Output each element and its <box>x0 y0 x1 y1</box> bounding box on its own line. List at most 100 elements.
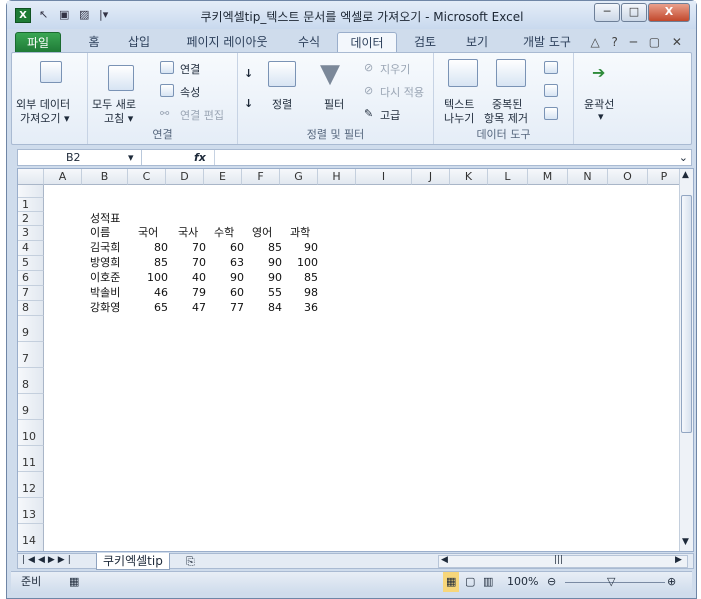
cell-value[interactable]: 63 <box>204 256 244 270</box>
close-button[interactable]: X <box>648 3 690 22</box>
normal-view-icon[interactable]: ▦ <box>443 572 460 592</box>
vertical-scrollbar[interactable]: ▲ ▼ <box>679 169 693 551</box>
column-header[interactable]: C <box>128 169 166 185</box>
row-header[interactable]: 12 <box>18 472 44 498</box>
cell-value[interactable]: 46 <box>128 286 168 300</box>
cell-value[interactable]: 85 <box>242 241 282 255</box>
column-header[interactable]: D <box>166 169 204 185</box>
connections-icon[interactable] <box>160 61 174 74</box>
select-all-corner[interactable] <box>18 169 44 185</box>
column-header[interactable]: K <box>450 169 488 185</box>
cell-header[interactable]: 국어 <box>138 226 158 240</box>
row-header[interactable]: 4 <box>18 241 44 256</box>
column-header[interactable]: O <box>608 169 648 185</box>
tab-formulas[interactable]: 수식 <box>289 32 329 53</box>
connections-label[interactable]: 연결 <box>180 61 200 77</box>
text-to-columns-icon[interactable] <box>448 59 478 87</box>
advanced-label[interactable]: 고급 <box>380 107 400 123</box>
column-header[interactable]: A <box>44 169 82 185</box>
cell-value[interactable]: 90 <box>278 241 318 255</box>
name-box-dropdown-icon[interactable]: ▾ <box>128 151 134 164</box>
column-header[interactable]: N <box>568 169 608 185</box>
tab-page-layout[interactable]: 페이지 레이아웃 <box>175 32 279 53</box>
scroll-right-icon[interactable]: ▶ <box>675 555 682 565</box>
expand-formula-bar-icon[interactable]: ⌄ <box>679 151 688 164</box>
sort-label[interactable]: 정렬 <box>272 96 292 112</box>
column-header[interactable]: P <box>648 169 681 185</box>
cursor-icon[interactable]: ↖ <box>39 8 48 21</box>
row-header[interactable]: 9 <box>18 394 44 420</box>
cell-value[interactable]: 36 <box>278 301 318 315</box>
row-header[interactable]: 1 <box>18 198 44 212</box>
row-header[interactable]: 13 <box>18 498 44 524</box>
cell-header[interactable]: 영어 <box>252 226 272 240</box>
tab-data[interactable]: 데이터 <box>337 32 397 53</box>
column-header[interactable]: B <box>82 169 128 185</box>
page-layout-view-icon[interactable]: ▢ <box>465 572 475 592</box>
cell-value[interactable]: 60 <box>204 286 244 300</box>
filter-icon[interactable]: ▼ <box>320 59 340 89</box>
cell-value[interactable]: 70 <box>166 256 206 270</box>
cell-value[interactable]: 100 <box>278 256 318 270</box>
tab-file[interactable]: 파일 <box>15 32 61 53</box>
row-header[interactable]: 7 <box>18 286 44 301</box>
refresh-all-icon[interactable] <box>108 65 134 91</box>
row-header[interactable]: 9 <box>18 316 44 342</box>
column-header[interactable]: M <box>528 169 568 185</box>
cell-header[interactable]: 국사 <box>178 226 198 240</box>
row-header[interactable]: 5 <box>18 256 44 271</box>
data-validation-icon[interactable] <box>544 61 558 74</box>
refresh-all-label-2[interactable]: 고침 ▾ <box>104 110 133 126</box>
cell-value[interactable]: 79 <box>166 286 206 300</box>
zoom-slider-thumb[interactable]: ▽ <box>607 572 615 592</box>
new-sheet-icon[interactable]: ⎘ <box>186 555 195 569</box>
sheet-tab[interactable]: 쿠키엑셀tip <box>96 553 170 570</box>
tab-insert[interactable]: 삽입 <box>119 32 159 53</box>
cell-value[interactable]: 90 <box>204 271 244 285</box>
picture-icon[interactable]: ▨ <box>79 8 89 21</box>
tab-developer[interactable]: 개발 도구 <box>511 32 583 53</box>
column-header[interactable]: I <box>356 169 412 185</box>
cell-value[interactable]: 100 <box>128 271 168 285</box>
excel-app-icon[interactable]: X <box>15 8 31 23</box>
quick-access-dropdown-icon[interactable]: |▾ <box>99 8 108 21</box>
scroll-up-icon[interactable]: ▲ <box>682 170 689 180</box>
cell-value[interactable]: 84 <box>242 301 282 315</box>
macro-record-icon[interactable]: ▦ <box>69 572 79 592</box>
sort-ascending-icon[interactable]: ↓ <box>244 67 253 80</box>
advanced-icon[interactable]: ✎ <box>364 107 373 120</box>
cell-header[interactable]: 수학 <box>214 226 234 240</box>
scroll-down-icon[interactable]: ▼ <box>682 537 689 547</box>
tab-view[interactable]: 보기 <box>457 32 497 53</box>
external-data-icon[interactable] <box>40 61 62 83</box>
cell-value[interactable]: 40 <box>166 271 206 285</box>
cell-header-name[interactable]: 이름 <box>90 226 110 240</box>
remove-duplicates-icon[interactable] <box>496 59 526 87</box>
cell-value[interactable]: 90 <box>242 256 282 270</box>
cell-value[interactable]: 85 <box>278 271 318 285</box>
scroll-left-icon[interactable]: ◀ <box>441 555 448 565</box>
cell-value[interactable]: 70 <box>166 241 206 255</box>
cell-value[interactable]: 80 <box>128 241 168 255</box>
row-header[interactable]: 7 <box>18 342 44 368</box>
cell-value[interactable]: 47 <box>166 301 206 315</box>
minimize-button[interactable]: ─ <box>594 3 620 22</box>
consolidate-icon[interactable] <box>544 84 558 97</box>
column-header[interactable]: G <box>280 169 318 185</box>
row-header[interactable]: 14 <box>18 524 44 551</box>
save-icon[interactable]: ▣ <box>59 8 69 21</box>
row-header[interactable]: 10 <box>18 420 44 446</box>
external-data-label-2[interactable]: 가져오기 ▾ <box>20 110 70 126</box>
horizontal-scrollbar[interactable]: ◀ ||| ▶ <box>438 555 688 568</box>
cell-title[interactable]: 성적표 <box>90 212 120 226</box>
page-break-view-icon[interactable]: ▥ <box>483 572 493 592</box>
column-header[interactable]: L <box>488 169 528 185</box>
cell-value[interactable]: 90 <box>242 271 282 285</box>
column-header[interactable]: F <box>242 169 280 185</box>
column-header[interactable]: E <box>204 169 242 185</box>
properties-icon[interactable] <box>160 84 174 97</box>
formula-input[interactable] <box>214 150 675 165</box>
row-header[interactable]: 6 <box>18 271 44 286</box>
maximize-button[interactable]: □ <box>621 3 647 22</box>
cell-value[interactable]: 55 <box>242 286 282 300</box>
